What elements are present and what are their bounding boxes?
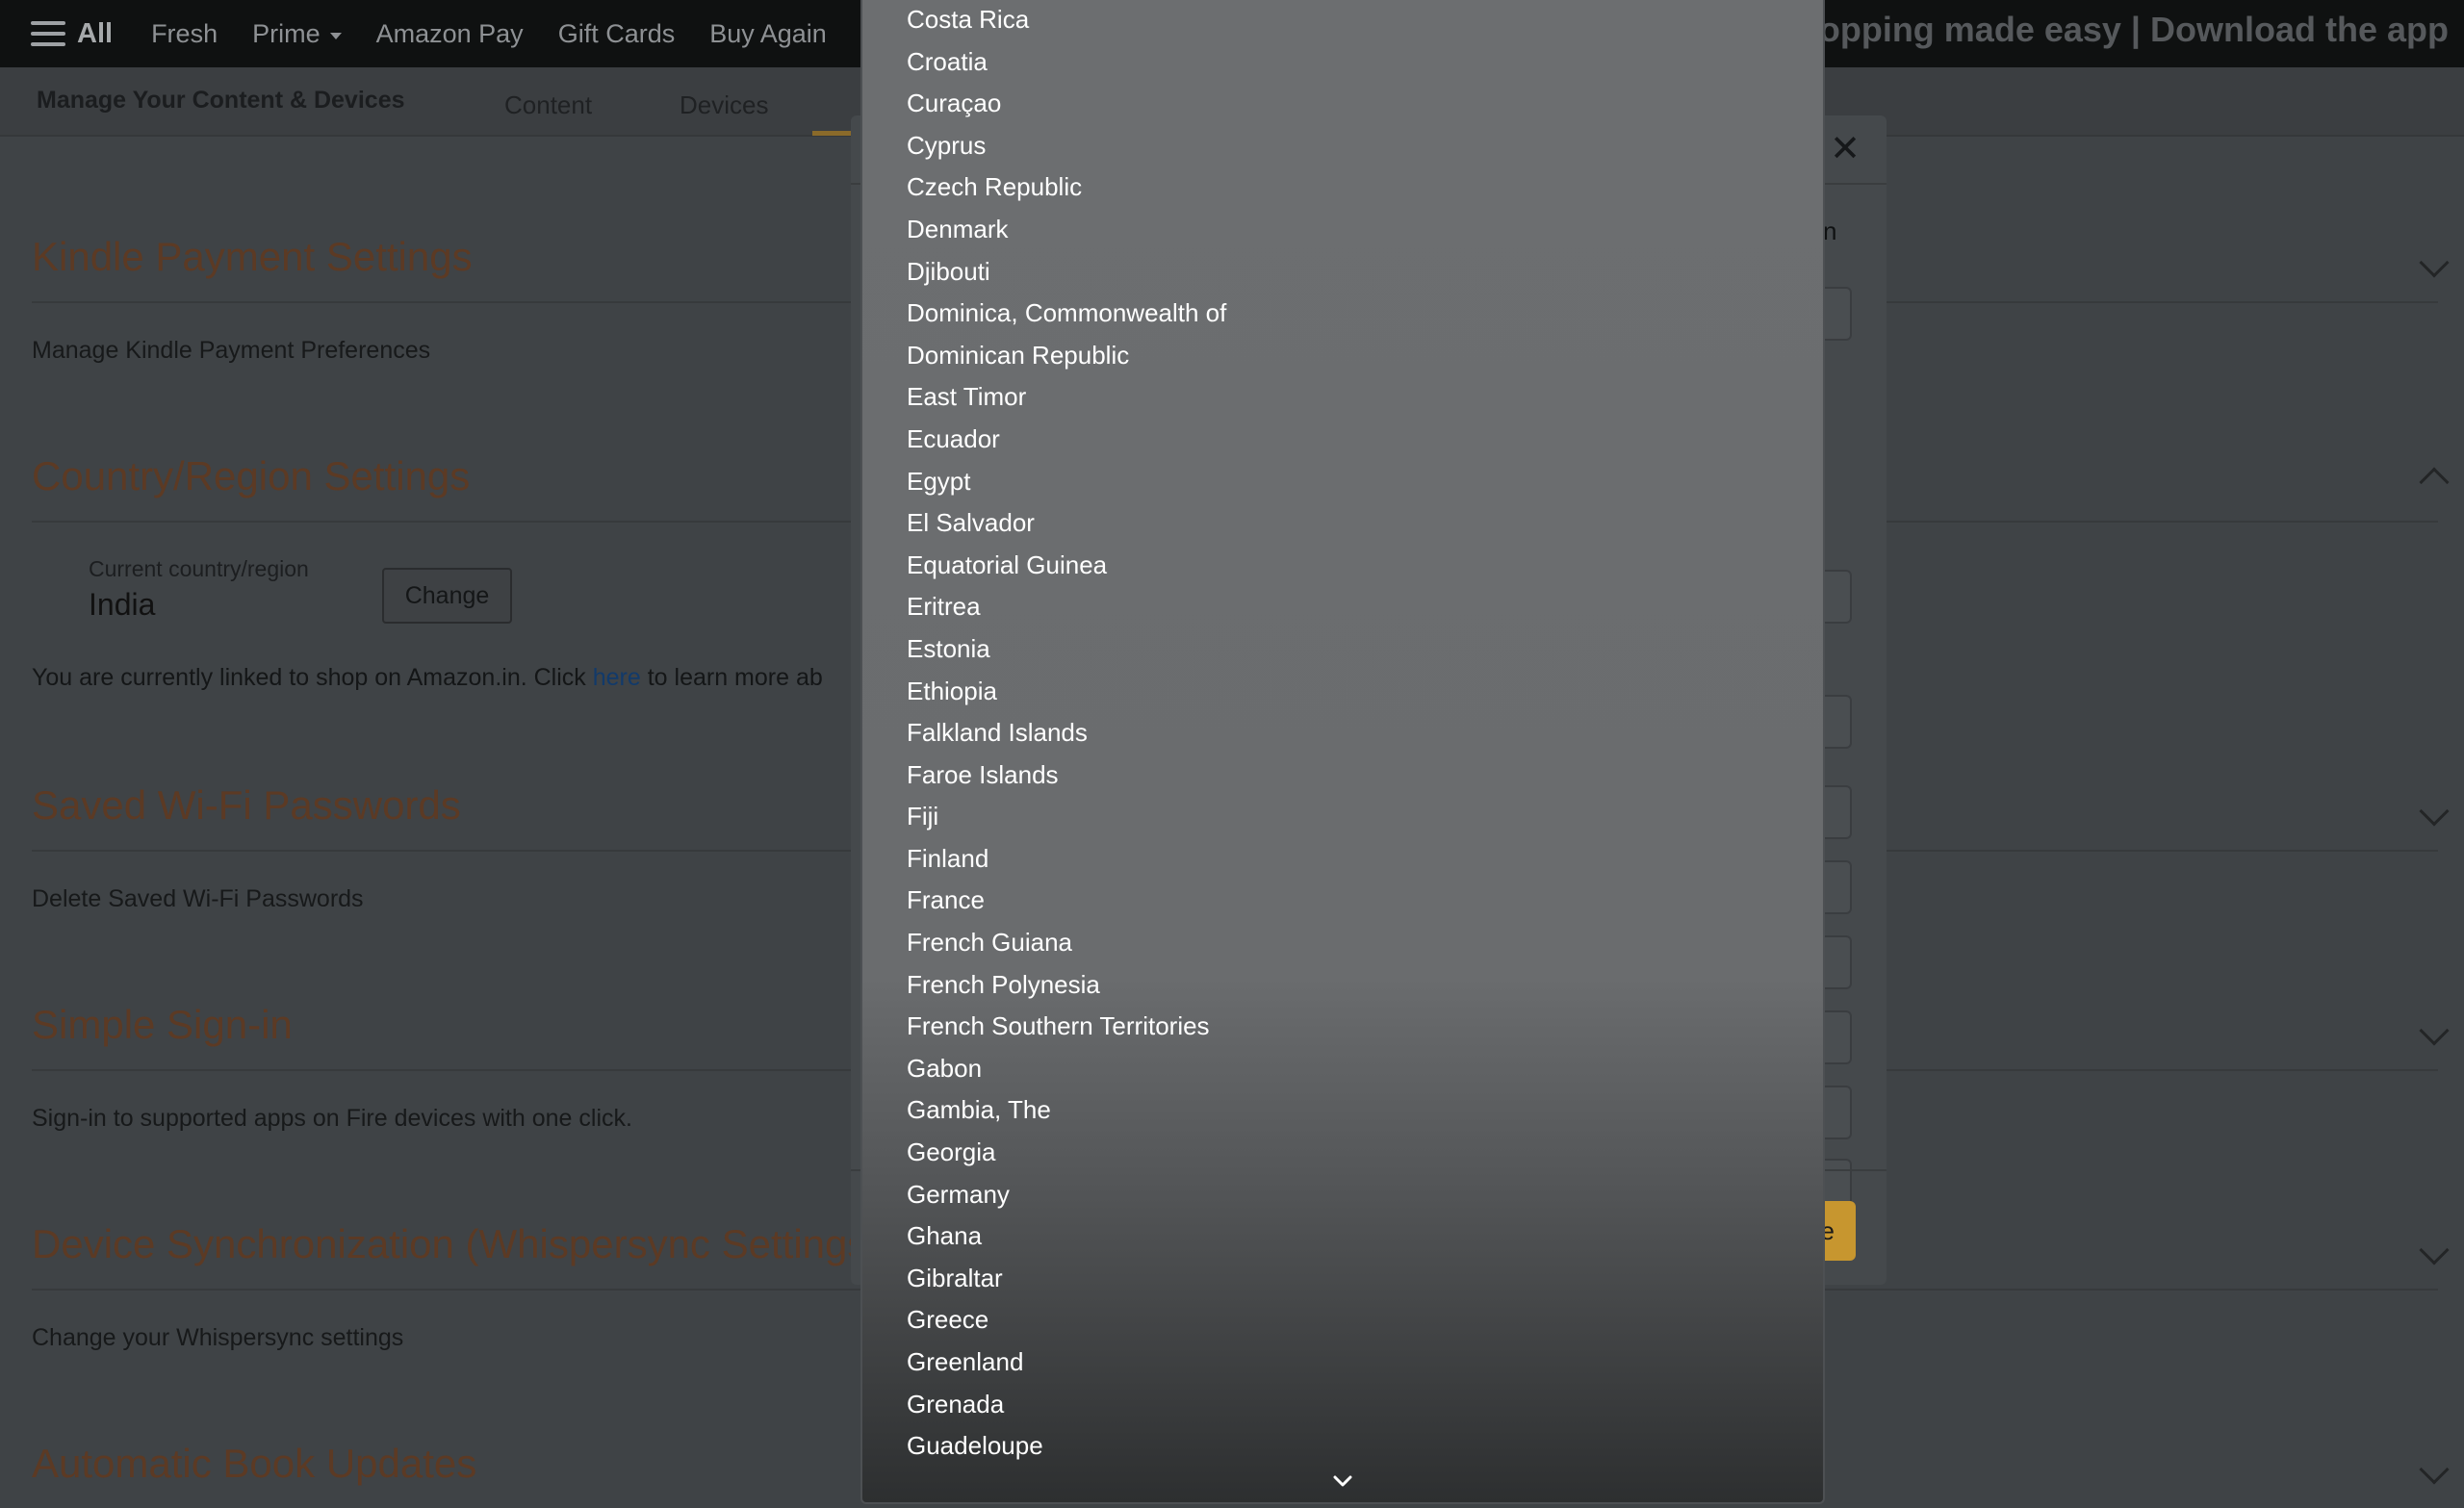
change-country-button[interactable]: Change	[382, 568, 512, 624]
chevron-down-icon[interactable]	[2419, 1235, 2450, 1265]
page-title[interactable]: Manage Your Content & Devices	[37, 87, 405, 115]
country-option[interactable]: Finland	[862, 839, 1823, 882]
all-menu-button[interactable]: All	[31, 18, 113, 50]
country-options: Costa Rica Croatia Curaçao Cyprus Czech Repu…	[862, 0, 1823, 1469]
tab-devices[interactable]: Devices	[680, 90, 768, 120]
section-subtitle: Change your Whispersync settings	[32, 1324, 404, 1351]
country-option[interactable]: Gabon	[862, 1049, 1823, 1091]
country-option[interactable]: Greenland	[862, 1342, 1823, 1385]
section-title[interactable]: Simple Sign-in	[32, 1002, 293, 1048]
country-option[interactable]: Germany	[862, 1175, 1823, 1217]
country-option[interactable]: Ghana	[862, 1216, 1823, 1259]
section-subtitle: Sign-in to supported apps on Fire device…	[32, 1105, 632, 1132]
app-promo-banner[interactable]: Shopping made easy | Download the app	[1775, 10, 2449, 50]
country-option[interactable]: French Southern Territories	[862, 1007, 1823, 1049]
nav-link-buy-again[interactable]: Buy Again	[709, 19, 827, 49]
close-icon[interactable]: ✕	[1823, 127, 1867, 171]
country-option[interactable]: Gibraltar	[862, 1259, 1823, 1301]
country-option[interactable]: Dominican Republic	[862, 336, 1823, 378]
linked-store-suffix: to learn more ab	[640, 664, 823, 691]
chevron-down-icon[interactable]	[2419, 1015, 2450, 1046]
country-option[interactable]: Ecuador	[862, 420, 1823, 462]
nav-link-gift-cards[interactable]: Gift Cards	[558, 19, 676, 49]
chevron-down-icon[interactable]	[2419, 247, 2450, 278]
section-title[interactable]: Automatic Book Updates	[32, 1441, 476, 1487]
current-country-value: India	[89, 587, 156, 622]
country-option[interactable]: East Timor	[862, 377, 1823, 420]
country-option[interactable]: Equatorial Guinea	[862, 546, 1823, 588]
country-option[interactable]: Greece	[862, 1300, 1823, 1342]
section-title[interactable]: Country/Region Settings	[32, 453, 470, 499]
country-dropdown-list[interactable]: Costa Rica Croatia Curaçao Cyprus Czech Repu…	[860, 0, 1825, 1504]
country-option[interactable]: Egypt	[862, 462, 1823, 504]
country-option[interactable]: Djibouti	[862, 252, 1823, 294]
chevron-down-icon[interactable]	[2419, 1454, 2450, 1485]
country-option[interactable]: Gambia, The	[862, 1090, 1823, 1133]
country-option[interactable]: Guadeloupe	[862, 1426, 1823, 1469]
all-menu-label: All	[77, 17, 114, 49]
chevron-up-icon[interactable]	[2419, 467, 2450, 498]
country-option[interactable]: Grenada	[862, 1385, 1823, 1427]
country-option[interactable]: El Salvador	[862, 503, 1823, 546]
country-option[interactable]: French Polynesia	[862, 965, 1823, 1008]
country-option[interactable]: Croatia	[862, 42, 1823, 85]
country-option[interactable]: Ethiopia	[862, 672, 1823, 714]
country-option[interactable]: Curaçao	[862, 84, 1823, 126]
caret-down-icon	[329, 32, 342, 39]
country-option[interactable]: Denmark	[862, 210, 1823, 252]
country-option[interactable]: Czech Republic	[862, 167, 1823, 210]
country-option[interactable]: Fiji	[862, 797, 1823, 839]
country-option[interactable]: Costa Rica	[862, 0, 1823, 42]
learn-more-link[interactable]: here	[593, 664, 641, 691]
country-option[interactable]: Georgia	[862, 1133, 1823, 1175]
chevron-down-icon[interactable]	[1332, 1470, 1353, 1492]
linked-store-text: You are currently linked to shop on Amaz…	[32, 664, 850, 692]
country-option[interactable]: Falkland Islands	[862, 713, 1823, 755]
country-option[interactable]: Faroe Islands	[862, 755, 1823, 798]
country-option[interactable]: Cyprus	[862, 126, 1823, 168]
section-subtitle: Manage Kindle Payment Preferences	[32, 337, 431, 364]
section-title[interactable]: Kindle Payment Settings	[32, 234, 473, 280]
nav-link-amazon-pay[interactable]: Amazon Pay	[376, 19, 524, 49]
section-title[interactable]: Device Synchronization (Whispersync Sett…	[32, 1221, 881, 1267]
tab-content[interactable]: Content	[504, 90, 592, 120]
nav-link-prime[interactable]: Prime	[252, 19, 342, 49]
current-country-label: Current country/region	[89, 556, 309, 581]
country-option[interactable]: Eritrea	[862, 587, 1823, 629]
country-option[interactable]: Estonia	[862, 629, 1823, 672]
country-option[interactable]: Dominica, Commonwealth of	[862, 294, 1823, 336]
active-tab-indicator	[812, 131, 851, 136]
chevron-down-icon[interactable]	[2419, 796, 2450, 827]
nav-link-fresh[interactable]: Fresh	[151, 19, 218, 49]
country-option[interactable]: France	[862, 881, 1823, 923]
linked-store-prefix: You are currently linked to shop on Amaz…	[32, 664, 593, 691]
section-title[interactable]: Saved Wi-Fi Passwords	[32, 782, 461, 829]
section-subtitle: Delete Saved Wi-Fi Passwords	[32, 885, 364, 912]
country-option[interactable]: French Guiana	[862, 923, 1823, 965]
nav-link-prime-label: Prime	[252, 18, 321, 48]
modal-header-text: n	[1823, 217, 1837, 245]
hamburger-icon	[31, 21, 65, 46]
